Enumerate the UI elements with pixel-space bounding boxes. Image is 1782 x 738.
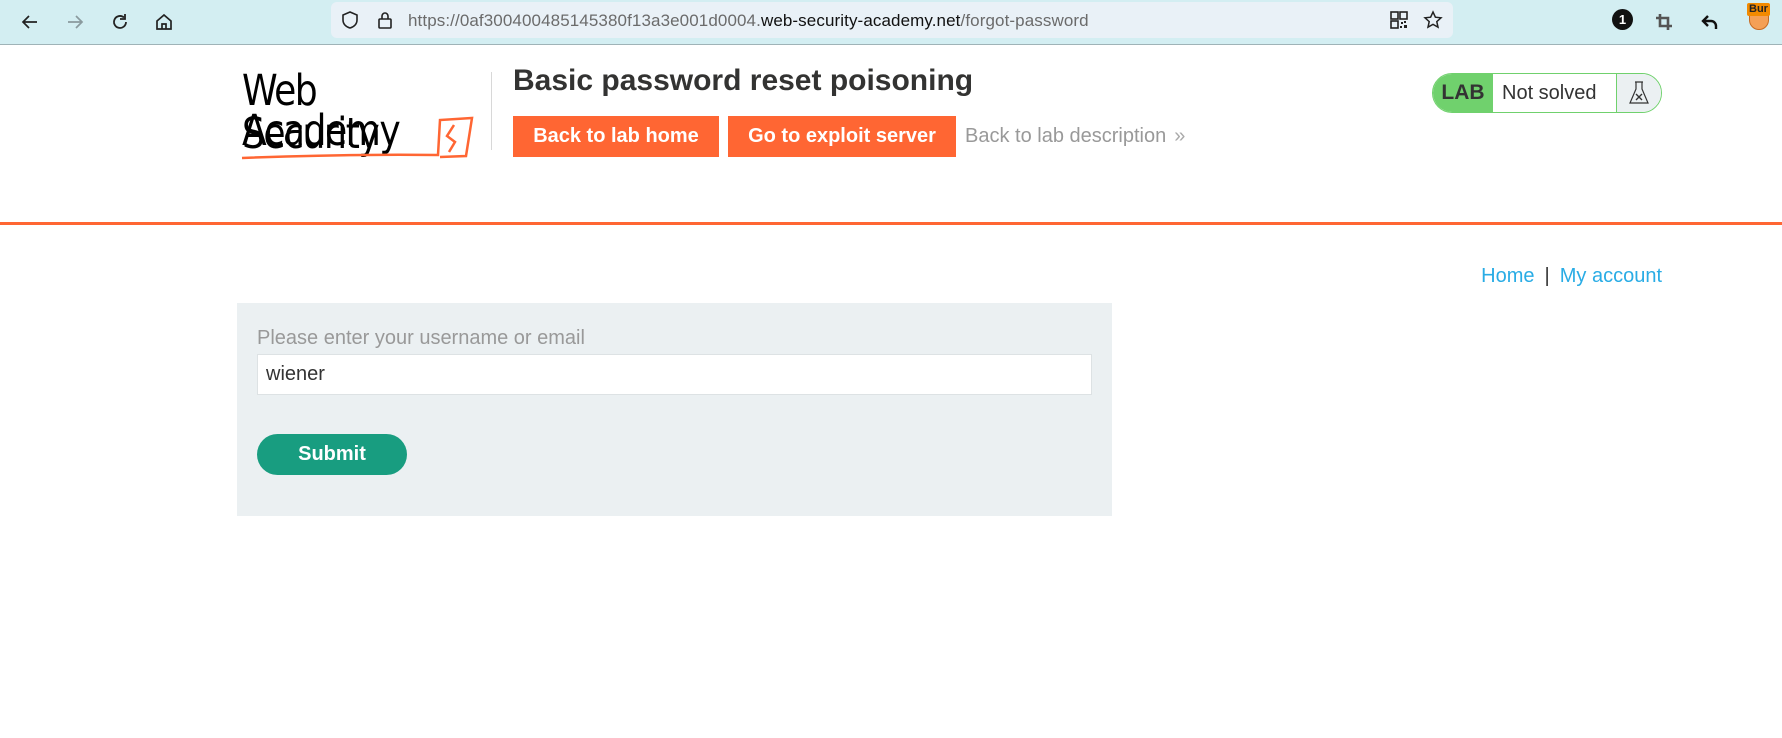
burp-icon[interactable]: Bur [1745,3,1775,33]
back-to-lab-description-link[interactable]: Back to lab description » [965,125,1185,148]
flask-icon [1629,81,1649,104]
url-prefix: https://0af300400485145380f13a3e001d0004… [408,11,761,30]
my-account-link[interactable]: My account [1560,265,1662,287]
account-nav: Home | My account [1481,265,1662,288]
back-to-lab-description-label: Back to lab description [965,125,1167,147]
bookmark-star-icon[interactable] [1423,10,1443,30]
undo-button[interactable] [1696,8,1724,36]
back-icon [21,15,37,29]
browser-toolbar: https://0af300400485145380f13a3e001d0004… [0,0,1782,45]
forgot-password-form: Please enter your username or email Subm… [237,303,1112,516]
burp-face [1749,14,1769,30]
submit-button[interactable]: Submit [257,434,407,475]
reload-button[interactable] [106,8,134,36]
undo-icon [1701,15,1718,29]
back-to-lab-home-button[interactable]: Back to lab home [513,116,719,157]
url-text[interactable]: https://0af300400485145380f13a3e001d0004… [408,11,1089,31]
flask-icon-container [1617,74,1661,112]
lab-status-text: Not solved [1493,74,1617,112]
home-link[interactable]: Home [1481,265,1534,287]
header-divider-line [0,222,1782,225]
lab-badge: LAB [1433,74,1493,112]
extension-badge-icon[interactable]: 1 [1612,9,1633,30]
username-input[interactable] [257,354,1092,395]
go-to-exploit-server-button[interactable]: Go to exploit server [728,116,956,157]
lab-status-widget: LAB Not solved [1432,73,1662,113]
home-button[interactable] [150,8,178,36]
forward-button[interactable] [61,8,89,36]
lock-icon[interactable] [375,10,395,30]
shield-icon[interactable] [340,10,360,30]
url-path: /forgot-password [960,11,1089,30]
logo-lightning-icon [241,116,474,160]
burp-label: Bur [1747,3,1770,16]
address-bar[interactable]: https://0af300400485145380f13a3e001d0004… [331,2,1453,38]
nav-separator: | [1544,265,1550,287]
url-host: web-security-academy.net [760,11,961,30]
home-icon [156,13,172,30]
reload-icon [113,14,127,29]
header-divider [491,72,492,150]
username-label: Please enter your username or email [257,327,585,349]
web-security-academy-logo[interactable]: Web Security Academy [240,70,490,162]
forward-icon [68,15,84,29]
crop-button[interactable] [1650,8,1678,36]
crop-icon [1656,14,1672,30]
double-chevron-right-icon: » [1174,125,1186,147]
lab-title: Basic password reset poisoning [513,64,974,97]
qr-code-icon[interactable] [1389,10,1409,30]
back-button[interactable] [16,8,44,36]
